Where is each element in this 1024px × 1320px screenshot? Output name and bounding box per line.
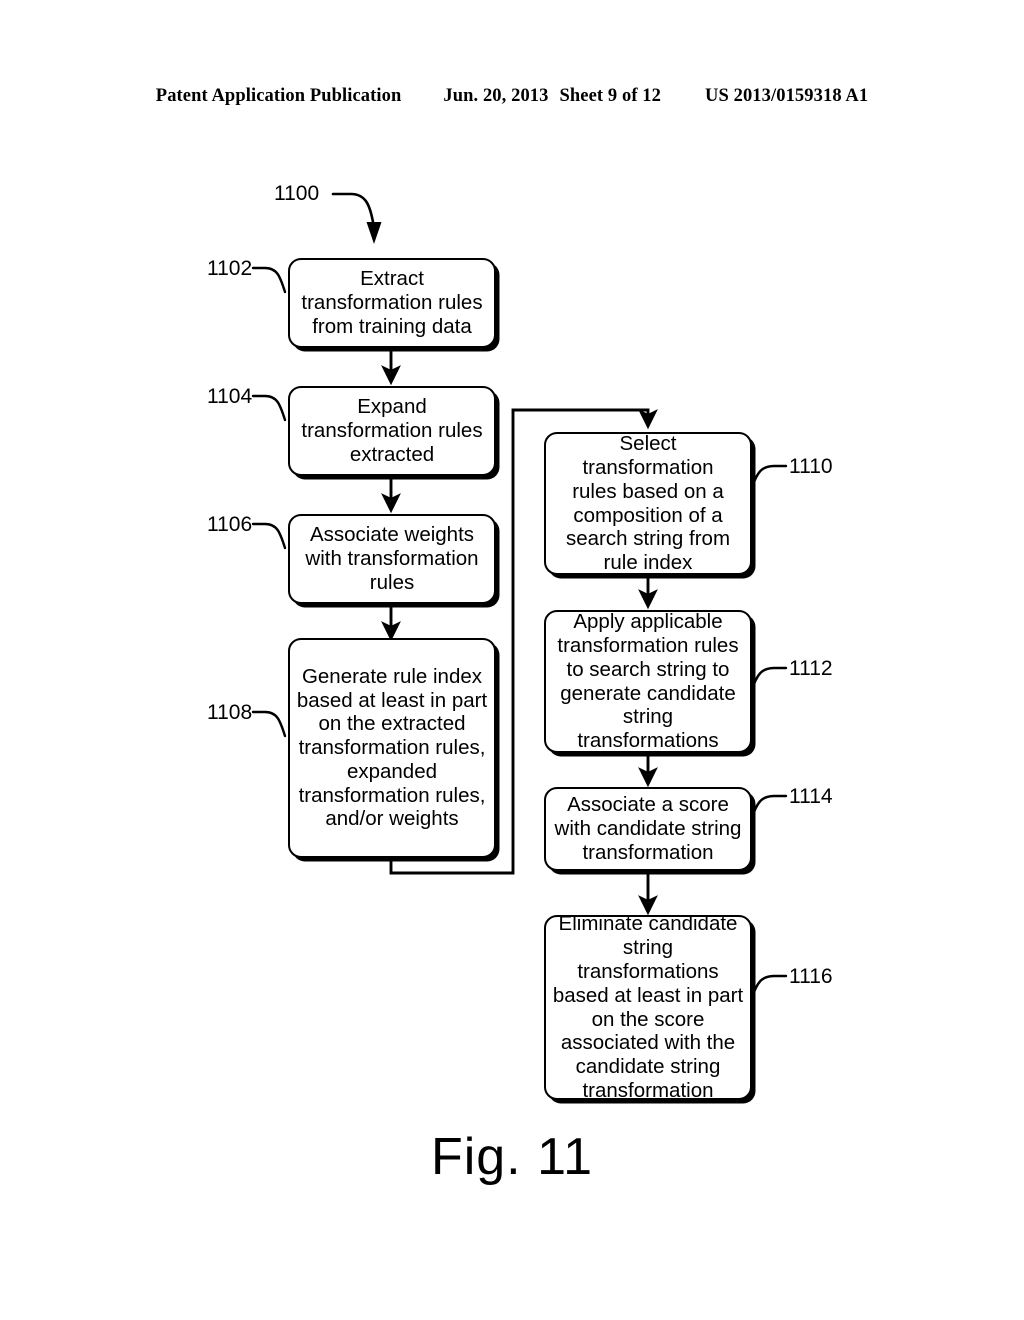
ref-1104-leader-line bbox=[251, 394, 287, 422]
ref-1114-leader-line bbox=[750, 794, 788, 820]
ref-1110-leader-line bbox=[750, 464, 788, 490]
header-date-label: Jun. 20, 2013 bbox=[443, 86, 549, 106]
patent-figure-page: Patent Application Publication Jun. 20, … bbox=[0, 0, 1024, 1320]
flow-node-1110[interactable]: Select transformation rules based on a c… bbox=[544, 432, 752, 575]
ref-label-1108: 1108 bbox=[207, 701, 253, 724]
ref-1100-arrowhead bbox=[366, 222, 382, 244]
ref-label-1112: 1112 bbox=[789, 657, 833, 680]
flow-node-1110-text: Select transformation rules based on a c… bbox=[565, 432, 731, 575]
flow-node-1108[interactable]: Generate rule index based at least in pa… bbox=[288, 638, 496, 858]
ref-1108-leader-line bbox=[251, 710, 287, 738]
flow-node-1108-text: Generate rule index based at least in pa… bbox=[296, 664, 488, 831]
flow-node-1106-text: Associate weights with transformation ru… bbox=[305, 523, 479, 594]
flow-node-1104-text: Expand transformation rules extracted bbox=[301, 395, 483, 466]
flow-node-1114-text: Associate a score with candidate string … bbox=[554, 793, 742, 864]
connector-layer bbox=[251, 192, 788, 1000]
ref-label-1116: 1116 bbox=[789, 965, 833, 988]
ref-1116-leader-line bbox=[750, 974, 788, 1000]
header-publication-label: Patent Application Publication bbox=[155, 86, 402, 106]
flow-node-1116-text: Eliminate candidate string transformatio… bbox=[552, 912, 744, 1102]
ref-label-1106: 1106 bbox=[207, 513, 253, 536]
ref-label-1114: 1114 bbox=[789, 785, 833, 808]
ref-label-1110: 1110 bbox=[789, 455, 833, 478]
flow-node-1114[interactable]: Associate a score with candidate string … bbox=[544, 787, 752, 871]
flow-node-1116[interactable]: Eliminate candidate string transformatio… bbox=[544, 912, 752, 1102]
flow-node-1106[interactable]: Associate weights with transformation ru… bbox=[288, 514, 496, 604]
flow-node-1112-text: Apply applicable transformation rules to… bbox=[557, 610, 739, 753]
header-sheet-label: Sheet 9 of 12 bbox=[559, 86, 662, 106]
figure-caption: Fig. 11 bbox=[430, 1128, 594, 1186]
flow-node-1102[interactable]: Extract transformation rules from traini… bbox=[288, 258, 496, 348]
ref-label-1100: 1100 bbox=[274, 182, 320, 205]
ref-label-1104: 1104 bbox=[207, 385, 253, 408]
ref-label-1102: 1102 bbox=[207, 257, 253, 280]
page-header: Patent Application Publication Jun. 20, … bbox=[0, 86, 1024, 107]
ref-1106-leader-line bbox=[251, 522, 287, 550]
ref-1100-leader-line bbox=[331, 192, 375, 224]
ref-1112-leader-line bbox=[750, 666, 788, 692]
flow-node-1112[interactable]: Apply applicable transformation rules to… bbox=[544, 610, 752, 753]
flow-node-1102-text: Extract transformation rules from traini… bbox=[301, 267, 483, 338]
flow-node-1104[interactable]: Expand transformation rules extracted bbox=[288, 386, 496, 476]
ref-1102-leader-line bbox=[251, 266, 287, 294]
header-patent-number-label: US 2013/0159318 A1 bbox=[705, 86, 869, 106]
